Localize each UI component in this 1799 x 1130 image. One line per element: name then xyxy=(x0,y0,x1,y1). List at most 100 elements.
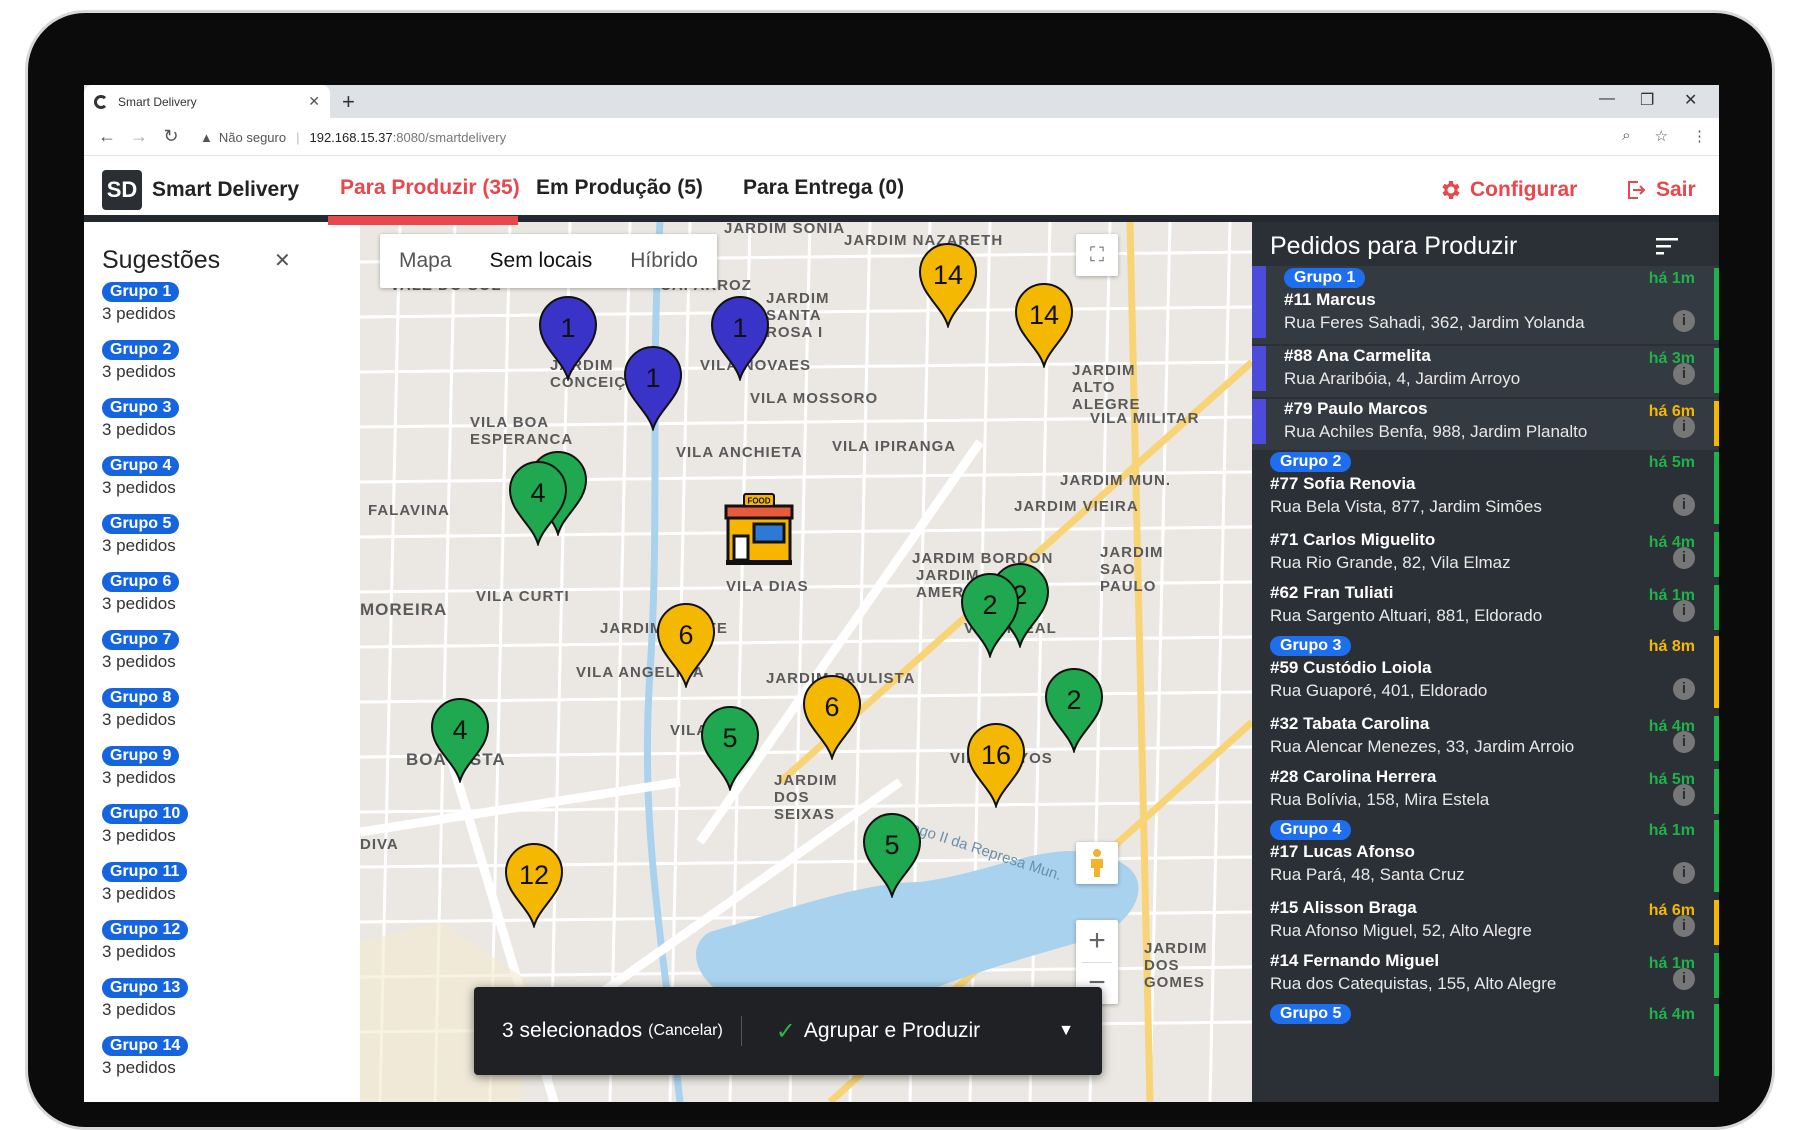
suggestion-item[interactable]: Grupo 4 3 pedidos xyxy=(102,456,188,514)
group-badge[interactable]: Grupo 3 xyxy=(102,398,180,418)
suggestion-item[interactable]: Grupo 3 3 pedidos xyxy=(102,398,188,456)
info-icon[interactable]: i xyxy=(1673,678,1695,700)
suggestion-item[interactable]: Grupo 9 3 pedidos xyxy=(102,746,188,804)
suggestion-item[interactable]: Grupo 5 3 pedidos xyxy=(102,514,188,572)
order-item[interactable]: Grupo 2 #77 Sofia Renovia Rua Bela Vista, … xyxy=(1252,450,1719,528)
map-pin[interactable]: 14 xyxy=(1012,282,1076,370)
cancel-selection-link[interactable]: (Cancelar) xyxy=(648,1022,723,1040)
map-pin[interactable]: 6 xyxy=(800,674,864,762)
group-badge[interactable]: Grupo 8 xyxy=(102,688,180,708)
suggestion-item[interactable]: Grupo 7 3 pedidos xyxy=(102,630,188,688)
group-badge[interactable]: Grupo 2 xyxy=(102,340,180,360)
order-item[interactable]: Grupo 1 #11 Marcus Rua Feres Sahadi, 362, … xyxy=(1252,266,1719,344)
suggestion-item[interactable]: Grupo 11 3 pedidos xyxy=(102,862,188,920)
tab-em-producao[interactable]: Em Produção (5) xyxy=(536,176,703,200)
maximize-icon[interactable]: ❐ xyxy=(1640,90,1654,110)
group-badge[interactable]: Grupo 4 xyxy=(102,456,180,476)
store-icon[interactable]: FOOD xyxy=(722,492,796,566)
map-view[interactable]: JARDIM SONIA JARDIM NAZARETH VALE DO SOL… xyxy=(360,222,1252,1102)
close-icon[interactable]: ✕ xyxy=(274,248,291,273)
group-badge[interactable]: Grupo 4 xyxy=(1270,820,1352,840)
bookmark-star-icon[interactable]: ☆ xyxy=(1655,127,1668,145)
suggestion-item[interactable]: Grupo 8 3 pedidos xyxy=(102,688,188,746)
map-pin[interactable]: 2 xyxy=(1042,667,1106,755)
group-badge[interactable]: Grupo 9 xyxy=(102,746,180,766)
suggestion-item[interactable]: Grupo 2 3 pedidos xyxy=(102,340,188,398)
map-pin[interactable]: 5 xyxy=(698,705,762,793)
order-item[interactable]: #71 Carlos Miguelito Rua Rio Grande, 82, … xyxy=(1252,530,1719,581)
suggestion-item[interactable]: Grupo 6 3 pedidos xyxy=(102,572,188,630)
tab-para-entrega[interactable]: Para Entrega (0) xyxy=(743,176,904,200)
logout-button[interactable]: Sair xyxy=(1624,178,1696,202)
map-type-hibrido[interactable]: Híbrido xyxy=(611,234,717,288)
order-item[interactable]: Grupo 3 #59 Custódio Loiola Rua Guaporé, 4… xyxy=(1252,634,1719,712)
group-badge[interactable]: Grupo 3 xyxy=(1270,636,1352,656)
info-icon[interactable]: i xyxy=(1673,310,1695,332)
order-item[interactable]: #15 Alisson Braga Rua Afonso Miguel, 52, … xyxy=(1252,898,1719,949)
order-item[interactable]: #79 Paulo Marcos Rua Achiles Benfa, 988, … xyxy=(1252,399,1719,450)
group-badge[interactable]: Grupo 7 xyxy=(102,630,180,650)
group-badge[interactable]: Grupo 12 xyxy=(102,920,189,940)
street-view-icon[interactable] xyxy=(1076,842,1118,884)
configure-button[interactable]: Configurar xyxy=(1438,178,1577,202)
order-address: Rua Bela Vista, 877, Jardim Simões xyxy=(1270,497,1542,516)
order-item[interactable]: #32 Tabata Carolina Rua Alencar Menezes, … xyxy=(1252,714,1719,765)
info-icon[interactable]: i xyxy=(1673,862,1695,884)
order-item[interactable]: #14 Fernando Miguel Rua dos Catequistas, … xyxy=(1252,951,1719,1002)
map-pin[interactable]: 6 xyxy=(654,602,718,690)
order-item[interactable]: #88 Ana Carmelita Rua Araribóia, 4, Jardi… xyxy=(1252,346,1719,397)
dropdown-arrow-icon[interactable]: ▼ xyxy=(1058,1022,1074,1040)
suggestion-item[interactable]: Grupo 10 3 pedidos xyxy=(102,804,189,862)
map-pin[interactable]: 5 xyxy=(860,812,924,900)
map-pin[interactable]: 2 xyxy=(958,572,1022,660)
map-pin[interactable]: 14 xyxy=(916,242,980,330)
group-badge[interactable]: Grupo 13 xyxy=(102,978,189,998)
suggestion-item[interactable]: Grupo 1 3 pedidos xyxy=(102,282,188,340)
url-field[interactable]: ▲ Não seguro | 192.168.15.37:8080/smartd… xyxy=(200,124,1663,150)
browser-tab[interactable]: Smart Delivery ✕ xyxy=(84,85,330,118)
forward-icon[interactable]: → xyxy=(130,126,148,147)
order-item[interactable]: Grupo 5 há 4m xyxy=(1252,1002,1719,1080)
suggestion-item[interactable]: Grupo 14 3 pedidos xyxy=(102,1036,189,1094)
group-and-produce-button[interactable]: Agrupar e Produzir xyxy=(804,1019,980,1043)
group-badge[interactable]: Grupo 6 xyxy=(102,572,180,592)
fullscreen-icon[interactable]: ⛶ xyxy=(1076,234,1118,276)
group-badge[interactable]: Grupo 5 xyxy=(102,514,180,534)
tab-close-icon[interactable]: ✕ xyxy=(308,93,320,110)
map-pin[interactable]: 1 xyxy=(536,295,600,383)
menu-dots-icon[interactable]: ⋮ xyxy=(1692,127,1707,145)
order-item[interactable]: Grupo 4 #17 Lucas Afonso Rua Pará, 48, San… xyxy=(1252,818,1719,896)
group-badge[interactable]: Grupo 10 xyxy=(102,804,189,824)
tab-para-produzir[interactable]: Para Produzir (35) xyxy=(340,176,520,200)
suggestion-item[interactable]: Grupo 12 3 pedidos xyxy=(102,920,189,978)
map-type-mapa[interactable]: Mapa xyxy=(380,234,471,288)
map-pin[interactable]: 16 xyxy=(964,722,1028,810)
reload-icon[interactable]: ↻ xyxy=(162,126,180,147)
map-pin[interactable]: 1 xyxy=(708,295,772,383)
map-type-control: Mapa Sem locais Híbrido xyxy=(380,234,717,288)
map-type-sem-locais[interactable]: Sem locais xyxy=(471,234,612,288)
group-badge[interactable]: Grupo 1 xyxy=(102,282,180,302)
map-pin[interactable]: 12 xyxy=(502,842,566,930)
new-tab-icon[interactable]: + xyxy=(342,89,355,115)
map-pin[interactable]: 4 xyxy=(428,697,492,785)
minimize-icon[interactable]: — xyxy=(1599,90,1615,108)
zoom-in-icon[interactable]: + xyxy=(1088,920,1106,962)
back-icon[interactable]: ← xyxy=(98,126,116,147)
status-bar xyxy=(1714,769,1719,814)
group-badge[interactable]: Grupo 11 xyxy=(102,862,188,882)
suggestion-item[interactable]: Grupo 13 3 pedidos xyxy=(102,978,189,1036)
order-time: há 4m xyxy=(1648,718,1695,735)
map-pin[interactable]: 1 xyxy=(621,345,685,433)
sort-icon[interactable] xyxy=(1656,236,1680,261)
zoom-icon[interactable]: ⌕ xyxy=(1622,127,1630,145)
group-badge[interactable]: Grupo 2 xyxy=(1270,452,1352,472)
group-badge[interactable]: Grupo 5 xyxy=(1270,1004,1352,1024)
group-badge[interactable]: Grupo 14 xyxy=(102,1036,189,1056)
map-pin[interactable]: 4 xyxy=(506,460,570,548)
order-item[interactable]: #62 Fran Tuliati Rua Sargento Altuari, 88… xyxy=(1252,583,1719,634)
order-item[interactable]: #28 Carolina Herrera Rua Bolívia, 158, Mi… xyxy=(1252,767,1719,818)
info-icon[interactable]: i xyxy=(1673,494,1695,516)
group-badge[interactable]: Grupo 1 xyxy=(1284,268,1366,288)
window-close-icon[interactable]: ✕ xyxy=(1684,90,1697,110)
